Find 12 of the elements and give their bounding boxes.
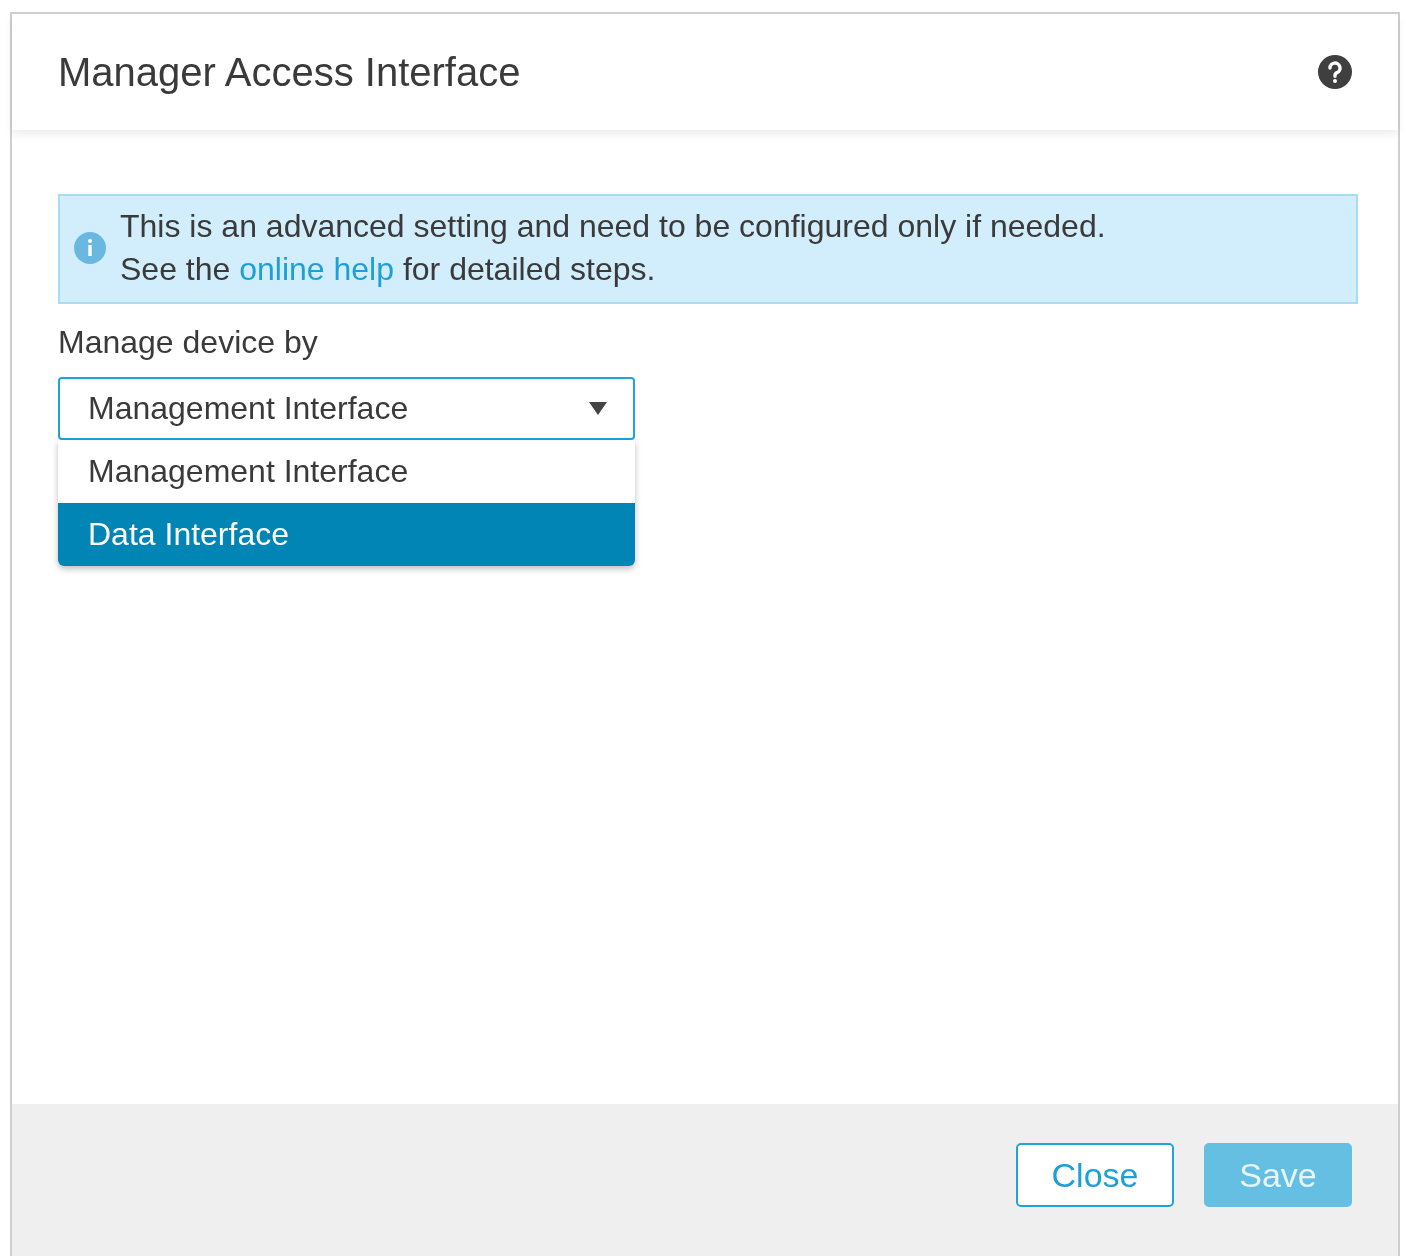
online-help-link[interactable]: online help <box>239 251 394 287</box>
info-text: This is an advanced setting and need to be configured only if needed. <box>120 208 1106 245</box>
close-button[interactable]: Close <box>1016 1143 1174 1207</box>
dialog-title: Manager Access Interface <box>58 49 521 95</box>
info-icon <box>74 232 106 264</box>
field-label: Manage device by <box>58 324 318 361</box>
dropdown-option[interactable]: Management Interface <box>58 440 635 503</box>
info-text: See the online help for detailed steps. <box>120 251 657 288</box>
caret-icon <box>589 402 607 415</box>
dropdown-option[interactable]: Data Interface <box>58 503 635 566</box>
select-field[interactable]: Management Interface <box>58 377 635 440</box>
help-icon[interactable] <box>1318 55 1352 89</box>
